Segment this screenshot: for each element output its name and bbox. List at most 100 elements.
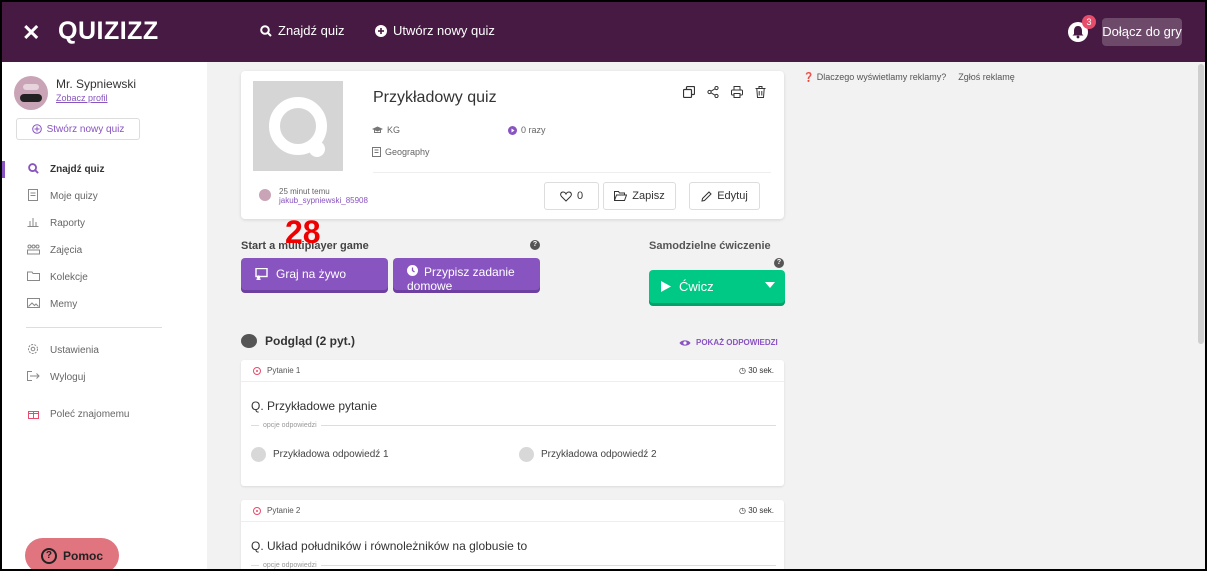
question-text: Q. Przykładowe pytanie (251, 399, 378, 413)
close-icon[interactable]: ✕ (22, 20, 40, 46)
answer-options-label: opcje odpowiedzi (263, 562, 317, 569)
folder-icon (26, 271, 40, 284)
quiz-info-card: Przykładowy quiz KG 0 razy Geography 25 … (241, 71, 784, 219)
clock-icon: ◷ (738, 366, 746, 375)
sidebar-item-logout[interactable]: Wyloguj (2, 364, 207, 391)
sidebar-item-settings[interactable]: Ustawienia (2, 337, 207, 364)
like-button[interactable]: 0 (544, 182, 599, 210)
info-icon[interactable]: ? (774, 258, 784, 268)
info-icon[interactable]: ? (530, 240, 540, 250)
like-count: 0 (576, 190, 584, 202)
document-icon (26, 189, 40, 204)
plus-circle-icon (375, 24, 387, 37)
quiz-subject: Geography (372, 147, 430, 157)
gear-icon (26, 343, 40, 358)
sidebar-item-label: Wyloguj (50, 372, 86, 383)
quiz-grade: KG (372, 125, 400, 135)
assign-homework-label: Przypisz zadanie domowe (407, 265, 515, 290)
sidebar-item-label: Ustawienia (50, 345, 99, 356)
sidebar-item-reports[interactable]: Raporty (2, 210, 207, 237)
notification-badge: 3 (1082, 15, 1096, 29)
sidebar-item-collections[interactable]: Kolekcje (2, 264, 207, 291)
bar-chart-icon (26, 217, 40, 230)
question-card: Pytanie 2 ◷ 30 sek. Q. Układ południków … (241, 500, 784, 569)
report-ad-link[interactable]: Zgłoś reklamę (958, 72, 1015, 83)
answer-option: Przykładowa odpowiedź 2 (519, 447, 657, 462)
create-new-quiz-button[interactable]: Stwórz nowy quiz (16, 118, 140, 140)
author-name[interactable]: jakub_sypniewski_85908 (279, 196, 368, 205)
help-button[interactable]: ? Pomoc (25, 538, 119, 569)
question-header: Pytanie 1 ◷ 30 sek. (241, 360, 784, 382)
practice-button[interactable]: Ćwicz (649, 270, 785, 303)
scrollbar[interactable] (1197, 62, 1205, 569)
trash-icon[interactable] (755, 86, 766, 98)
sidebar-item-classes[interactable]: Zajęcia (2, 237, 207, 264)
preview-heading: Podgląd (2 pyt.) (241, 334, 355, 348)
preview-icon (241, 334, 257, 348)
sidebar-item-memes[interactable]: Memy (2, 291, 207, 318)
question-time: ◷ 30 sek. (739, 366, 774, 375)
plus-circle-icon (31, 124, 42, 134)
app-frame: ✕ QUIZIZZ Znajdź quiz Utwórz nowy quiz 3… (0, 0, 1207, 571)
save-button[interactable]: Zapisz (603, 182, 676, 210)
answer-text: Przykładowa odpowiedź 1 (273, 449, 389, 460)
clock-icon: ◷ (738, 506, 746, 515)
find-quiz-link[interactable]: Znajdź quiz (260, 23, 344, 38)
question-number: Pytanie 2 (253, 506, 300, 515)
answer-marker (251, 447, 266, 462)
view-profile-link[interactable]: Zobacz profil (56, 93, 108, 103)
sidebar-menu: Znajdź quiz Moje quizy Raporty Zajęcia K… (2, 156, 207, 428)
question-type-icon (253, 506, 261, 515)
avatar[interactable] (14, 76, 48, 110)
show-answers-toggle[interactable]: POKAŻ ODPOWIEDZI (679, 338, 778, 347)
answer-options-divider: opcje odpowiedzi (251, 422, 776, 429)
sidebar-item-label: Poleć znajomemu (50, 409, 130, 420)
class-icon (26, 244, 40, 258)
question-number-label: Pytanie 2 (267, 506, 301, 515)
share-icon[interactable] (707, 86, 719, 98)
step-number-overlay: 28 (285, 214, 321, 250)
quizizz-logo[interactable]: QUIZIZZ (58, 17, 159, 46)
card-divider (373, 172, 771, 173)
sidebar-item-refer-friend[interactable]: Poleć znajomemu (2, 401, 207, 428)
search-icon (26, 162, 40, 177)
sidebar-item-my-quizzes[interactable]: Moje quizy (2, 183, 207, 210)
assign-homework-button[interactable]: Przypisz zadanie domowe (393, 258, 540, 290)
question-header: Pytanie 2 ◷ 30 sek. (241, 500, 784, 522)
preview-title: Podgląd (2 pyt.) (265, 334, 355, 348)
create-quiz-link[interactable]: Utwórz nowy quiz (375, 23, 495, 38)
save-label: Zapisz (632, 190, 665, 202)
question-time: ◷ 30 sek. (739, 506, 774, 515)
sidebar-item-find-quiz[interactable]: Znajdź quiz (2, 156, 207, 183)
question-card: Pytanie 1 ◷ 30 sek. Q. Przykładowe pytan… (241, 360, 784, 486)
heart-icon (560, 190, 572, 202)
edit-button[interactable]: Edytuj (689, 182, 760, 210)
play-circle-icon (508, 125, 517, 135)
copy-icon[interactable] (683, 86, 695, 98)
ad-info: ❓ Dlaczego wyświetlamy reklamy? Zgłoś re… (803, 72, 1015, 83)
answer-option: Przykładowa odpowiedź 1 (251, 447, 389, 462)
find-quiz-label: Znajdź quiz (278, 23, 345, 38)
help-label: Pomoc (62, 548, 103, 563)
logout-icon (26, 371, 40, 384)
answer-options-label: opcje odpowiedzi (263, 422, 317, 429)
quiz-title: Przykładowy quiz (373, 89, 497, 106)
quiz-tools (683, 86, 766, 98)
question-number: Pytanie 1 (253, 366, 300, 375)
why-ads-link[interactable]: ❓ Dlaczego wyświetlamy reklamy? (803, 72, 946, 83)
sidebar-item-label: Raporty (50, 218, 86, 229)
scrollbar-thumb[interactable] (1198, 64, 1204, 344)
quiz-subject-label: Geography (385, 147, 430, 157)
join-game-button[interactable]: Dołącz do gry (1102, 18, 1182, 46)
play-live-button[interactable]: Graj na żywo (241, 258, 388, 290)
sidebar-divider (26, 327, 162, 328)
chevron-down-icon[interactable] (765, 282, 775, 288)
answer-marker (519, 447, 534, 462)
practice-section-label: Samodzielne ćwiczenie (649, 240, 771, 252)
folder-open-icon (614, 191, 628, 201)
user-name: Mr. Sypniewski (56, 77, 137, 91)
sidebar: Mr. Sypniewski Zobacz profil Stwórz nowy… (2, 62, 207, 569)
author-time: 25 minut temu (279, 187, 330, 196)
print-icon[interactable] (731, 86, 743, 98)
create-new-quiz-label: Stwórz nowy quiz (46, 123, 125, 135)
